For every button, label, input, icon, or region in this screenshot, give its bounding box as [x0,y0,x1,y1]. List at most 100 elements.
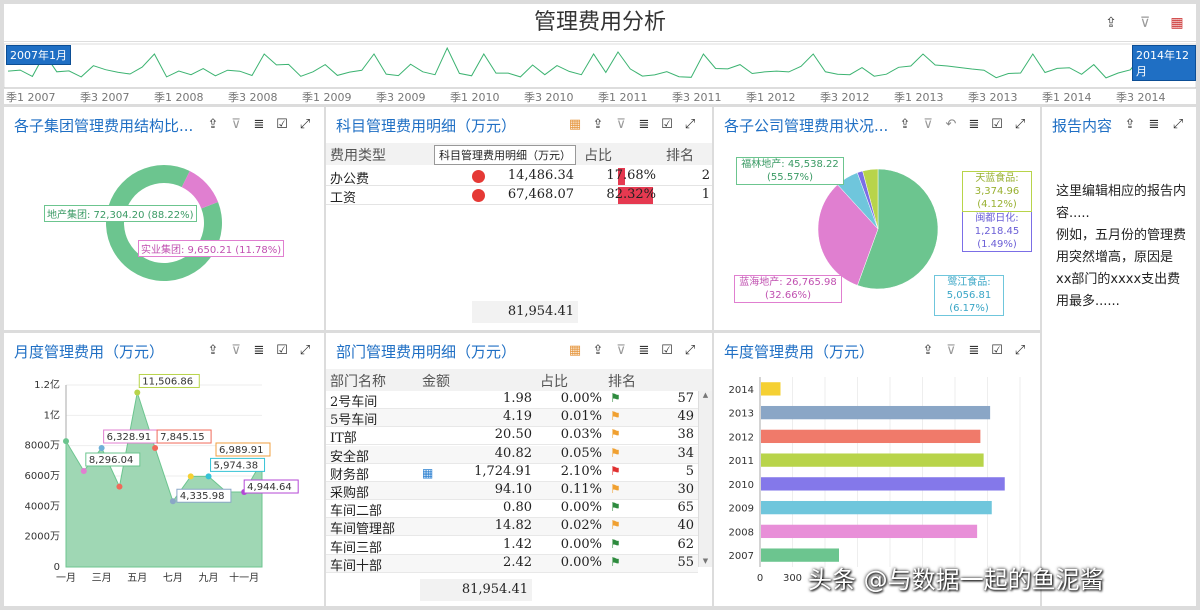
grid-icon[interactable]: ▦ [566,342,584,360]
cell-amount: 20.50 [494,427,532,443]
cell-name: 2号车间 [330,395,378,410]
bar [761,429,981,444]
table-header: 部门名称 金额 占比 排名 [326,369,712,391]
data-point [205,473,212,480]
filter-icon[interactable]: ⊽ [227,116,245,134]
table-row[interactable]: 车间十部 2.42 0.00% ⚑ 55 [326,554,698,574]
comment-icon[interactable]: ≣ [250,116,268,134]
timeline-tick: 季1 2009 [302,91,352,104]
y-tick-label: 2009 [729,504,754,515]
filter-icon[interactable]: ⊽ [612,342,630,360]
timeline-tick: 季3 2013 [968,91,1018,104]
flag-icon: ⚑ [610,463,621,478]
cell-name: 采购部 [330,486,370,501]
comment-icon[interactable]: ≣ [635,116,653,134]
table-row[interactable]: 采购部 94.10 0.11% ⚑ 30 [326,482,698,501]
cell-rank: 49 [677,409,694,425]
filter-icon[interactable]: ⊽ [942,342,960,360]
pie-label: 蓝海地产: 26,765.98 (32.66%) [734,275,842,303]
bar [761,477,1005,491]
flag-icon: ⚑ [610,409,621,424]
cell-rank: 40 [677,518,694,534]
table-row[interactable]: 2号车间 1.98 0.00% ⚑ 57 [326,391,698,410]
calendar-icon[interactable]: ▦ [1168,14,1186,32]
cell-name: 安全部 [330,449,370,465]
table-row[interactable]: 车间三部 1.42 0.00% ⚑ 62 [326,536,698,556]
fullscreen-icon[interactable]: ⤢ [681,116,699,134]
grid-icon[interactable]: ▦ [566,116,584,134]
filter-icon[interactable]: ⊽ [227,342,245,360]
flag-icon: ⚑ [610,427,621,442]
export-icon[interactable]: ⇪ [204,342,222,360]
flag-icon: ⚑ [610,518,621,533]
table-row[interactable]: 车间管理部 14.82 0.02% ⚑ 40 [326,518,698,537]
timeline-tick: 季1 2014 [1042,91,1092,104]
comment-icon[interactable]: ≣ [635,342,653,360]
table-row[interactable]: 安全部 40.82 0.05% ⚑ 34 [326,445,698,465]
bar [761,405,991,420]
x-tick-label: 300 [783,573,802,584]
export-icon[interactable]: ⇪ [1121,116,1139,134]
timeline-tick: 季1 2007 [6,91,56,104]
fullscreen-icon[interactable]: ⤢ [1169,116,1187,134]
data-point [98,445,105,452]
fullscreen-icon[interactable]: ⤢ [1011,342,1029,360]
checkbox-icon[interactable]: ☑ [273,116,291,134]
bar [761,500,992,515]
pie-label: 天蓝食品: 3,374.96 (4.12%) [962,171,1032,212]
cell-amount: 1.98 [503,391,532,406]
undo-icon[interactable]: ↶ [942,116,960,134]
cell-amount: 1,724.91 [474,463,532,479]
comment-icon[interactable]: ≣ [965,342,983,360]
cell-pct: 0.00% [560,500,602,516]
checkbox-icon[interactable]: ☑ [988,116,1006,134]
y-tick-label: 1.2亿 [34,378,60,391]
timeline-start-label[interactable]: 2007年1月 [6,45,71,65]
clear-filter-icon[interactable]: ⊽ [1136,14,1154,32]
cell-amount: 14,486.34 [507,168,574,183]
table-scrollbar[interactable]: ▲ ▼ [698,391,712,567]
pie-label: 闽都日化: 1,218.45 (1.49%) [962,211,1032,252]
fullscreen-icon[interactable]: ⤢ [681,342,699,360]
checkbox-icon[interactable]: ☑ [658,342,676,360]
table-row[interactable]: 办公费 14,486.34 17.68% 2 [326,167,712,187]
export-icon[interactable]: ⇪ [919,342,937,360]
x-tick-label: 九月 [199,572,219,584]
comment-icon[interactable]: ≣ [965,116,983,134]
y-tick-label: 8000万 [25,441,60,452]
comment-icon[interactable]: ≣ [250,342,268,360]
status-dot-icon [472,189,485,202]
cell-rank: 1 [701,187,710,202]
export-icon[interactable]: ⇪ [589,342,607,360]
bar [761,453,984,467]
timeline-end-label[interactable]: 2014年12月 [1132,45,1196,81]
table-row[interactable]: IT部 20.50 0.03% ⚑ 38 [326,427,698,446]
timeline-tick: 季1 2012 [746,91,796,104]
y-tick-label: 2010 [729,480,754,491]
timeline-slider[interactable]: 2007年1月 2014年12月 季1 2007 季3 2007 季1 2008 季3… [4,42,1196,104]
checkbox-icon[interactable]: ☑ [273,342,291,360]
export-icon[interactable]: ⇪ [204,116,222,134]
table-row[interactable]: 财务部 ▦ 1,724.91 2.10% ⚑ 5 [326,463,698,483]
table-row[interactable]: 5号车间 4.19 0.01% ⚑ 49 [326,409,698,428]
checkbox-icon[interactable]: ☑ [988,342,1006,360]
checkbox-icon[interactable]: ☑ [658,116,676,134]
bar [761,524,978,539]
cell-rank: 30 [677,482,694,497]
fullscreen-icon[interactable]: ⤢ [296,342,314,360]
export-icon[interactable]: ⇪ [896,116,914,134]
data-label: 11,506.86 [142,376,193,387]
data-label: 6,328.91 [107,432,152,443]
export-icon[interactable]: ⇪ [589,116,607,134]
comment-icon[interactable]: ≣ [1145,116,1163,134]
y-tick-label: 2000万 [25,532,60,543]
export-icon[interactable]: ⇪ [1102,14,1120,32]
filter-icon[interactable]: ⊽ [919,116,937,134]
fullscreen-icon[interactable]: ⤢ [1011,116,1029,134]
fullscreen-icon[interactable]: ⤢ [296,116,314,134]
table-row[interactable]: 车间二部 0.80 0.00% ⚑ 65 [326,500,698,519]
table-row[interactable]: 工资 67,468.07 82.32% 1 [326,186,712,206]
cell-rank: 2 [701,168,710,183]
report-content[interactable]: 这里编辑相应的报告内容..... 例如，五月份的管理费用突然增高，原因是xx部门… [1056,181,1186,313]
filter-icon[interactable]: ⊽ [612,116,630,134]
